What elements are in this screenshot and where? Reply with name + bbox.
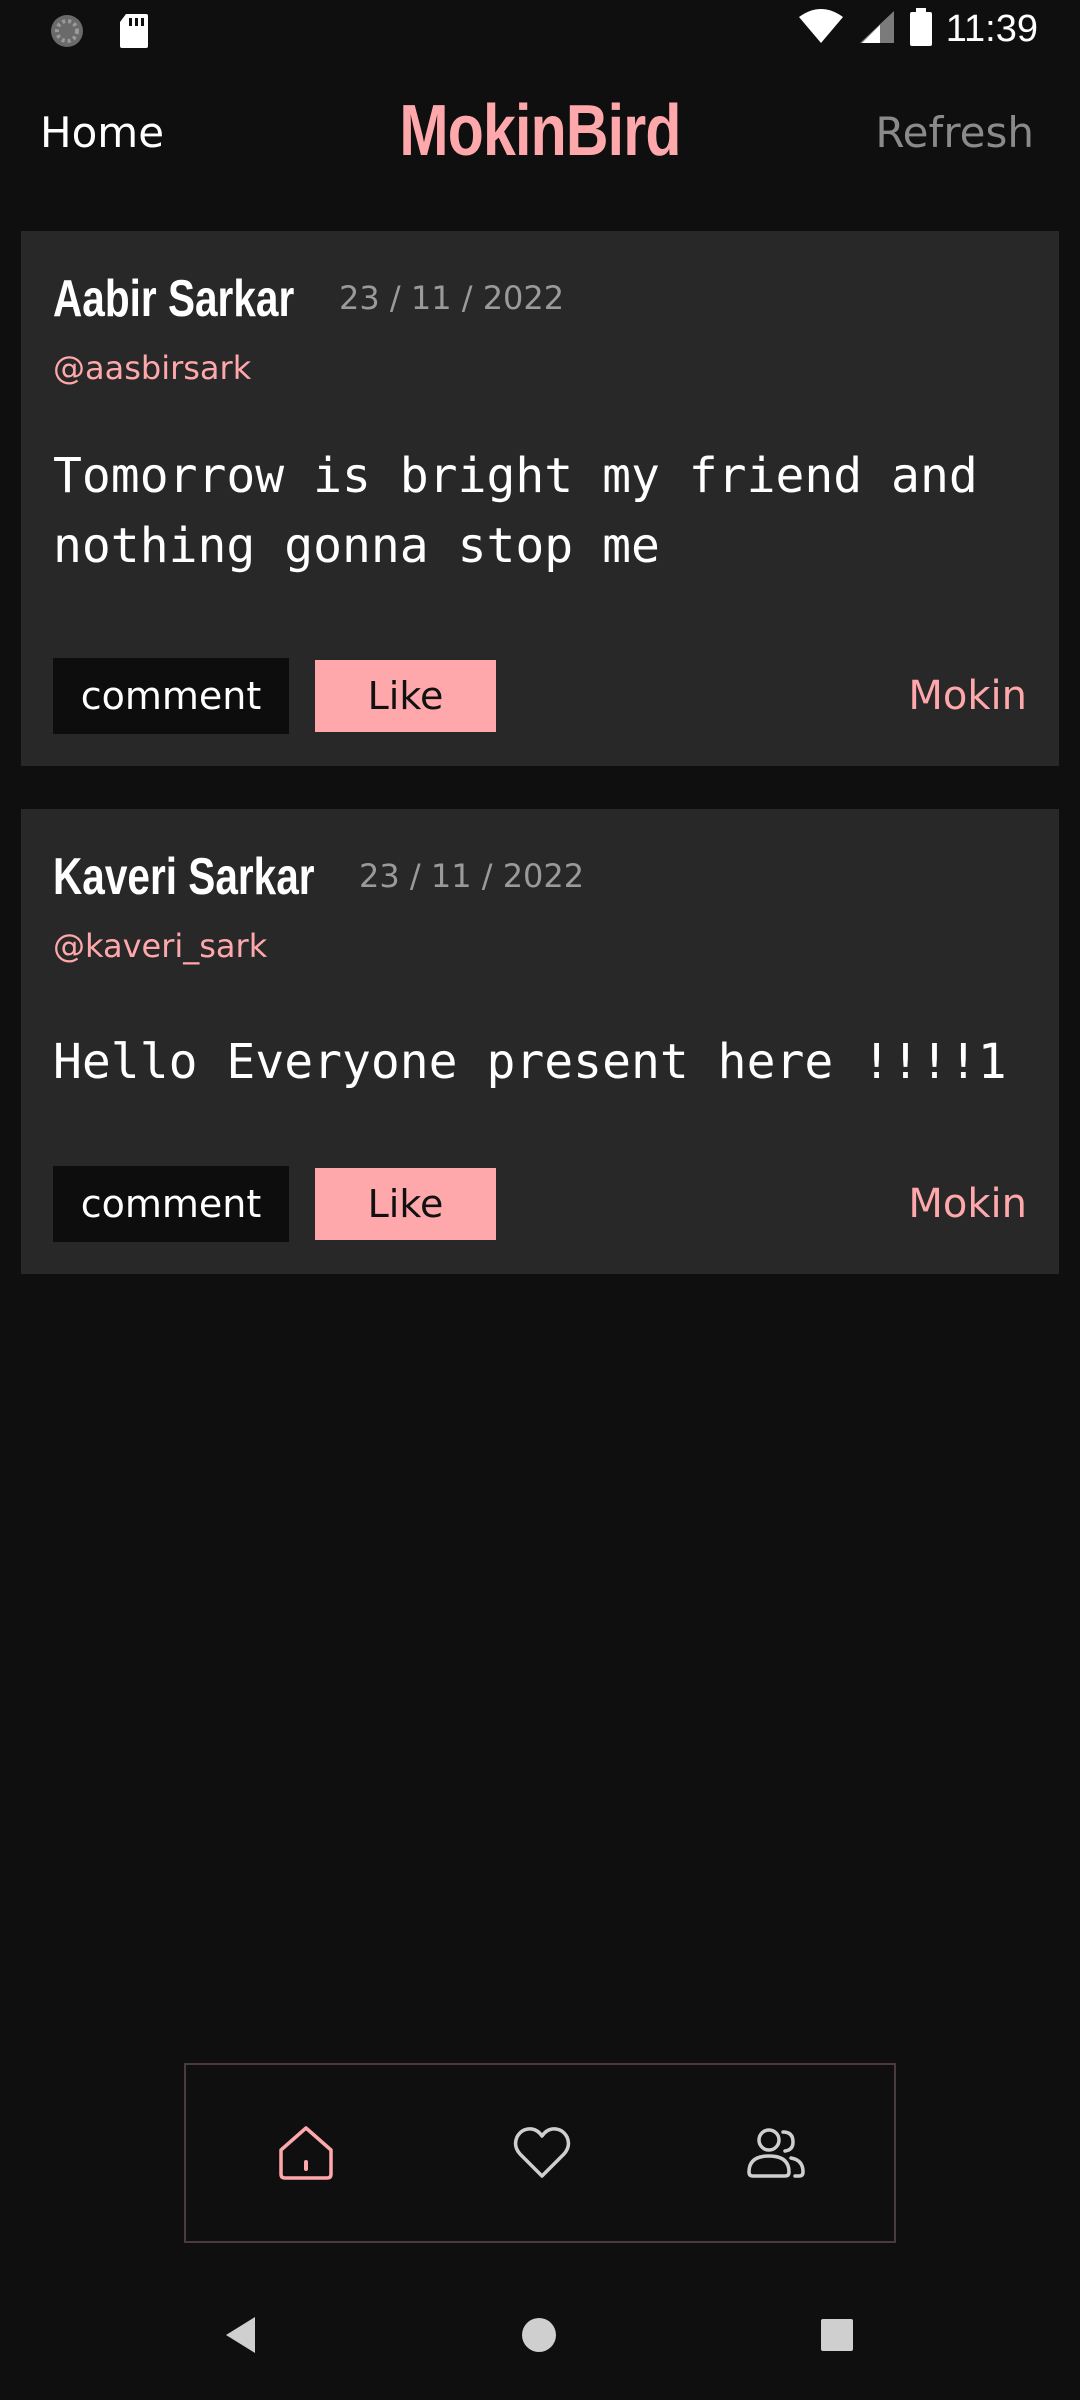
system-nav-bar bbox=[0, 2280, 1080, 2390]
post-handle[interactable]: @kaveri_sark bbox=[53, 927, 267, 965]
home-icon bbox=[275, 2122, 337, 2189]
mokin-button[interactable]: Mokin bbox=[908, 1166, 1027, 1242]
heart-icon bbox=[511, 2122, 573, 2189]
signal-icon bbox=[858, 9, 896, 50]
post-body: Tomorrow is bright my friend and nothing… bbox=[53, 448, 978, 574]
system-home-button[interactable] bbox=[504, 2302, 574, 2372]
post-body: Hello Everyone present here !!!!1 bbox=[53, 1034, 1007, 1090]
like-button[interactable]: Like bbox=[315, 1168, 496, 1240]
refresh-button[interactable]: Refresh bbox=[875, 108, 1034, 157]
status-time: 11:39 bbox=[945, 8, 1038, 50]
post-handle[interactable]: @aasbirsark bbox=[53, 349, 251, 387]
comment-button[interactable]: comment bbox=[53, 658, 289, 734]
post-actions: comment Like Mokin bbox=[53, 658, 1027, 734]
status-right-icons: 11:39 bbox=[798, 8, 1038, 51]
battery-icon bbox=[909, 8, 932, 51]
post-card: Aabir Sarkar 23 / 11 / 2022 @aasbirsark … bbox=[21, 231, 1059, 766]
status-left-icons bbox=[48, 12, 150, 55]
post-date: 23 / 11 / 2022 bbox=[339, 279, 565, 317]
mokin-button[interactable]: Mokin bbox=[908, 658, 1027, 734]
like-button[interactable]: Like bbox=[315, 660, 496, 732]
comment-button[interactable]: comment bbox=[53, 1166, 289, 1242]
tab-users[interactable] bbox=[736, 2115, 816, 2195]
wifi-icon bbox=[798, 9, 844, 50]
tab-home[interactable] bbox=[266, 2115, 346, 2195]
post-actions: comment Like Mokin bbox=[53, 1166, 1027, 1242]
post-date: 23 / 11 / 2022 bbox=[359, 857, 585, 895]
post-author[interactable]: Aabir Sarkar bbox=[53, 269, 294, 329]
home-circle-icon bbox=[520, 2316, 558, 2359]
app-bar: Home MokinBird Refresh bbox=[0, 80, 1080, 190]
bottom-tab-bar bbox=[184, 2063, 896, 2243]
post-author[interactable]: Kaveri Sarkar bbox=[53, 847, 315, 907]
tab-likes[interactable] bbox=[502, 2115, 582, 2195]
app-title: MokinBird bbox=[399, 91, 681, 171]
recents-button[interactable] bbox=[802, 2302, 872, 2372]
back-icon bbox=[223, 2315, 259, 2360]
status-bar: 11:39 bbox=[0, 0, 1080, 64]
loading-icon bbox=[48, 12, 86, 55]
post-card: Kaveri Sarkar 23 / 11 / 2022 @kaveri_sar… bbox=[21, 809, 1059, 1274]
back-button[interactable] bbox=[206, 2302, 276, 2372]
users-icon bbox=[745, 2122, 807, 2189]
recents-icon bbox=[820, 2318, 854, 2357]
sd-card-icon bbox=[118, 12, 150, 55]
